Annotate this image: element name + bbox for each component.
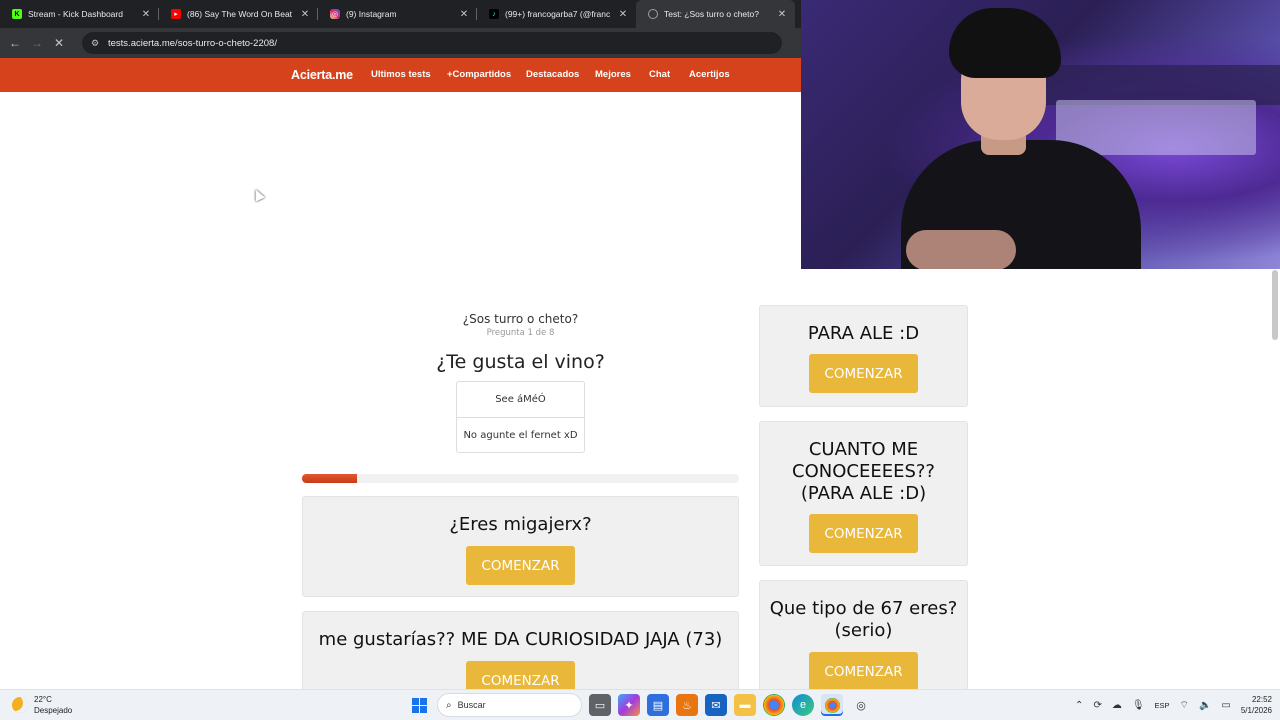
- tab-title: Stream - Kick Dashboard: [28, 9, 123, 19]
- card-title: CUANTO ME CONOCEEEES?? (PARA ALE :D): [792, 439, 935, 504]
- wifi-icon[interactable]: ⌔: [1180, 699, 1189, 712]
- close-icon[interactable]: ✕: [775, 7, 789, 21]
- tab-title: Test: ¿Sos turro o cheto?: [664, 9, 759, 19]
- sync-icon[interactable]: ⟳: [1093, 700, 1101, 711]
- back-arrow-icon[interactable]: ←: [6, 34, 24, 52]
- comenzar-button[interactable]: COMENZAR: [809, 514, 918, 553]
- streamer-hair: [949, 8, 1061, 78]
- edge-icon[interactable]: e: [792, 694, 814, 716]
- test-card[interactable]: PARA ALE :D COMENZAR: [759, 305, 968, 407]
- tab-title: (86) Say The Word On Beat Cha: [187, 9, 292, 19]
- answer-option[interactable]: See áMéÓ: [457, 382, 584, 417]
- store-icon[interactable]: ▤: [647, 694, 669, 716]
- search-icon: ⌕: [446, 699, 452, 711]
- site-header: Acierta.me Ultimos tests +Compartidos De…: [0, 58, 801, 92]
- comenzar-button[interactable]: COMENZAR: [809, 652, 918, 691]
- nav-compartidos[interactable]: +Compartidos: [447, 69, 511, 80]
- weather-widget[interactable]: 22°C Despejado: [12, 694, 72, 716]
- nav-ultimos-tests[interactable]: Ultimos tests: [371, 69, 431, 80]
- tab-title: (99+) francogarba7 (@francoga: [505, 9, 610, 19]
- comenzar-button[interactable]: COMENZAR: [809, 354, 918, 393]
- chrome-active-icon[interactable]: [821, 694, 843, 716]
- quiz-progress-bar: [302, 474, 739, 483]
- tab-acierta-test[interactable]: Test: ¿Sos turro o cheto? ✕: [636, 0, 795, 28]
- answer-option[interactable]: No agunte el fernet xD: [457, 417, 584, 452]
- answer-list: See áMéÓ No agunte el fernet xD: [456, 381, 585, 453]
- nav-destacados[interactable]: Destacados: [526, 69, 579, 80]
- close-icon[interactable]: ✕: [139, 7, 153, 21]
- system-tray: ⌃ ⟳ ☁ 🎙 ESP ⌔ 🔈 ▭ 22:52 5/1/2026: [1075, 694, 1272, 716]
- windows-taskbar: 22°C Despejado ⌕ Buscar ▭ ✦ ▤ ♨ ✉ ▬ e ◎ …: [0, 689, 1280, 720]
- file-explorer-icon[interactable]: ▬: [734, 694, 756, 716]
- question-text: ¿Te gusta el vino?: [436, 351, 605, 373]
- chevron-up-icon[interactable]: ⌃: [1075, 700, 1083, 711]
- url-text[interactable]: tests.acierta.me/sos-turro-o-cheto-2208/: [108, 38, 277, 49]
- search-placeholder: Buscar: [457, 700, 486, 710]
- tab-tiktok[interactable]: ♪ (99+) francogarba7 (@francoga ✕: [477, 0, 636, 28]
- windows-start-icon[interactable]: [408, 694, 430, 716]
- test-card[interactable]: me gustarías?? ME DA CURIOSIDAD JAJA (73…: [302, 611, 739, 701]
- flame-app-icon[interactable]: ♨: [676, 694, 698, 716]
- weather-temp: 22°C: [34, 695, 52, 704]
- cloud-icon[interactable]: ☁: [1112, 700, 1122, 711]
- tab-strip: K Stream - Kick Dashboard ✕ ▸ (86) Say T…: [0, 0, 801, 28]
- site-info-icon[interactable]: ⚙: [90, 38, 100, 48]
- obs-icon[interactable]: ◎: [850, 694, 872, 716]
- question-counter: Pregunta 1 de 8: [486, 328, 555, 338]
- tab-youtube[interactable]: ▸ (86) Say The Word On Beat Cha ✕: [159, 0, 318, 28]
- youtube-icon: ▸: [171, 9, 181, 19]
- nav-acertijos[interactable]: Acertijos: [689, 69, 730, 80]
- instagram-icon: ◎: [330, 9, 340, 19]
- test-card[interactable]: CUANTO ME CONOCEEEES?? (PARA ALE :D) COM…: [759, 421, 968, 566]
- tab-kick-dashboard[interactable]: K Stream - Kick Dashboard ✕: [0, 0, 159, 28]
- quiz-title: ¿Sos turro o cheto?: [462, 312, 579, 326]
- globe-icon: [648, 9, 658, 19]
- card-title: me gustarías?? ME DA CURIOSIDAD JAJA (73…: [318, 629, 723, 650]
- quiz-progress-fill: [302, 474, 357, 483]
- clock-time: 22:52: [1251, 695, 1272, 704]
- streamer-hand: [906, 230, 1016, 269]
- task-view-icon[interactable]: ▭: [589, 694, 611, 716]
- browser-toolbar: ← → ✕ ⚙ tests.acierta.me/sos-turro-o-che…: [0, 28, 801, 58]
- site-logo[interactable]: Acierta.me: [291, 68, 353, 82]
- clock-date: 5/1/2026: [1240, 706, 1272, 715]
- close-icon[interactable]: ✕: [298, 7, 312, 21]
- webcam-overlay: [801, 0, 1280, 269]
- volume-icon[interactable]: 🔈: [1199, 700, 1211, 711]
- tab-title: (9) Instagram: [346, 9, 397, 19]
- weather-desc: Despejado: [34, 706, 73, 715]
- room-shelf: [1041, 65, 1280, 105]
- address-bar[interactable]: ⚙ tests.acierta.me/sos-turro-o-cheto-220…: [82, 32, 782, 54]
- mouse-cursor-icon: [251, 187, 265, 202]
- test-card[interactable]: ¿Eres migajerx? COMENZAR: [302, 496, 739, 597]
- microphone-icon[interactable]: 🎙: [1132, 700, 1145, 711]
- clock[interactable]: 22:52 5/1/2026: [1241, 694, 1272, 716]
- chrome-icon[interactable]: [763, 694, 785, 716]
- taskbar-apps: ⌕ Buscar ▭ ✦ ▤ ♨ ✉ ▬ e ◎: [408, 693, 872, 717]
- weather-text: 22°C Despejado: [34, 694, 72, 716]
- language-indicator[interactable]: ESP: [1155, 701, 1170, 710]
- card-title: PARA ALE :D: [807, 323, 920, 344]
- nav-mejores[interactable]: Mejores: [595, 69, 631, 80]
- tiktok-icon: ♪: [489, 9, 499, 19]
- moon-icon: [12, 697, 28, 713]
- nav-chat[interactable]: Chat: [649, 69, 670, 80]
- forward-arrow-icon[interactable]: →: [28, 34, 46, 52]
- tab-instagram[interactable]: ◎ (9) Instagram ✕: [318, 0, 477, 28]
- comenzar-button[interactable]: COMENZAR: [466, 546, 575, 585]
- test-card[interactable]: Que tipo de 67 eres? (serio) COMENZAR: [759, 580, 968, 701]
- page-scrollbar[interactable]: [1272, 270, 1278, 340]
- kick-icon: K: [12, 9, 22, 19]
- card-title: ¿Eres migajerx?: [449, 514, 592, 535]
- card-title: Que tipo de 67 eres? (serio): [769, 598, 958, 641]
- copilot-icon[interactable]: ✦: [618, 694, 640, 716]
- close-icon[interactable]: ✕: [616, 7, 630, 21]
- battery-icon[interactable]: ▭: [1221, 700, 1230, 711]
- mail-icon[interactable]: ✉: [705, 694, 727, 716]
- close-icon[interactable]: ✕: [457, 7, 471, 21]
- stop-loading-icon[interactable]: ✕: [50, 34, 68, 52]
- taskbar-search[interactable]: ⌕ Buscar: [437, 693, 582, 717]
